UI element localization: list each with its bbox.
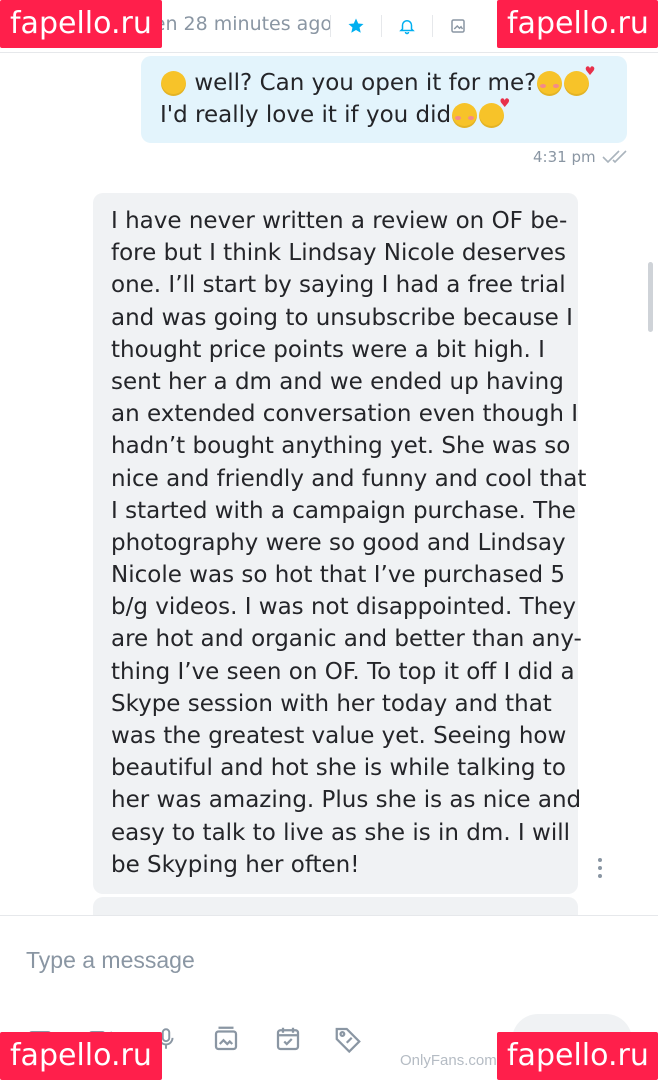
message-line: thought price points were a bit high. I	[111, 336, 545, 363]
outgoing-message-bubble[interactable]: well? Can you open it for me? I'd really…	[141, 56, 627, 143]
kissing-emoji-icon	[452, 102, 478, 128]
message-text: I have never written a review on OF be-f…	[111, 205, 587, 881]
price-tag-icon[interactable]	[330, 1021, 366, 1057]
gallery-icon[interactable]	[208, 1021, 244, 1057]
smiling-face-with-hearts-emoji-icon	[564, 64, 595, 96]
message-line: Nicole was so hot that I’ve purchased 5	[111, 562, 566, 589]
bell-icon[interactable]	[388, 0, 426, 52]
message-line: I have never written a review on OF be-	[111, 208, 568, 234]
divider	[432, 15, 433, 37]
incoming-message-bubble[interactable]	[93, 897, 578, 917]
watermark-logo: fapello.ru	[497, 0, 658, 48]
watermark-logo: fapello.ru	[497, 1032, 658, 1080]
double-check-icon	[602, 150, 627, 164]
message-line: well? Can you open it for me?	[160, 64, 595, 96]
message-line: beautiful and hot she is while talking t…	[111, 755, 566, 782]
message-line: and was going to unsubscribe because I	[111, 304, 573, 331]
message-line: thing I’ve seen on OF. To top it off I d…	[111, 658, 575, 685]
calendar-check-icon[interactable]	[270, 1021, 306, 1057]
smirk-emoji-icon	[161, 70, 186, 96]
watermark-logo: fapello.ru	[0, 1032, 162, 1080]
message-line: I'd really love it if you did	[160, 96, 510, 129]
message-line: was the greatest value yet. Seeing how	[111, 723, 567, 749]
scrollbar[interactable]	[648, 262, 653, 332]
dot	[598, 858, 602, 862]
message-line: b/g videos. I was not disappointed. They	[111, 594, 577, 621]
message-line: easy to talk to live as she is in dm. I …	[111, 819, 571, 846]
watermark-logo: fapello.ru	[0, 0, 162, 48]
divider	[330, 15, 331, 37]
message-line: fore but I think Lindsay Nicole deserves	[111, 240, 567, 267]
divider	[381, 15, 382, 37]
dot	[598, 874, 602, 878]
message-line: photography were so good and Lindsay	[111, 529, 566, 556]
message-line: sent her a dm and we ended up having	[111, 368, 564, 395]
more-options-icon[interactable]	[592, 856, 608, 880]
dot	[598, 866, 602, 870]
message-text: I'd really love it if you did	[160, 102, 452, 128]
message-line: nice and friendly and funny and cool tha…	[111, 465, 587, 492]
message-line: Skype session with her today and that	[111, 690, 552, 717]
message-line: one. I’ll start by saying I had a free t…	[111, 272, 566, 299]
image-icon[interactable]	[439, 0, 477, 52]
timestamp-text: 4:31 pm	[533, 148, 596, 166]
blush-emoji-icon	[537, 70, 563, 96]
message-input[interactable]	[26, 940, 626, 980]
message-line: be Skyping her often!	[111, 851, 360, 878]
message-line: are hot and organic and better than any-	[111, 626, 582, 653]
message-timestamp: 4:31 pm	[533, 148, 632, 166]
message-line: her was amazing. Plus she is as nice and	[111, 787, 582, 814]
message-line: hadn’t bought anything yet. She was so	[111, 433, 571, 460]
header-actions	[324, 0, 477, 52]
message-line: I started with a campaign purchase. The	[111, 497, 576, 524]
onlyfans-watermark: OnlyFans.com	[400, 1052, 497, 1069]
incoming-message-bubble[interactable]: I have never written a review on OF be-f…	[93, 193, 587, 894]
message-line: an extended conversation even though I	[111, 401, 579, 428]
star-icon[interactable]	[337, 0, 375, 52]
message-text: well? Can you open it for me?	[194, 70, 537, 96]
face-blowing-kiss-emoji-icon	[479, 96, 510, 128]
